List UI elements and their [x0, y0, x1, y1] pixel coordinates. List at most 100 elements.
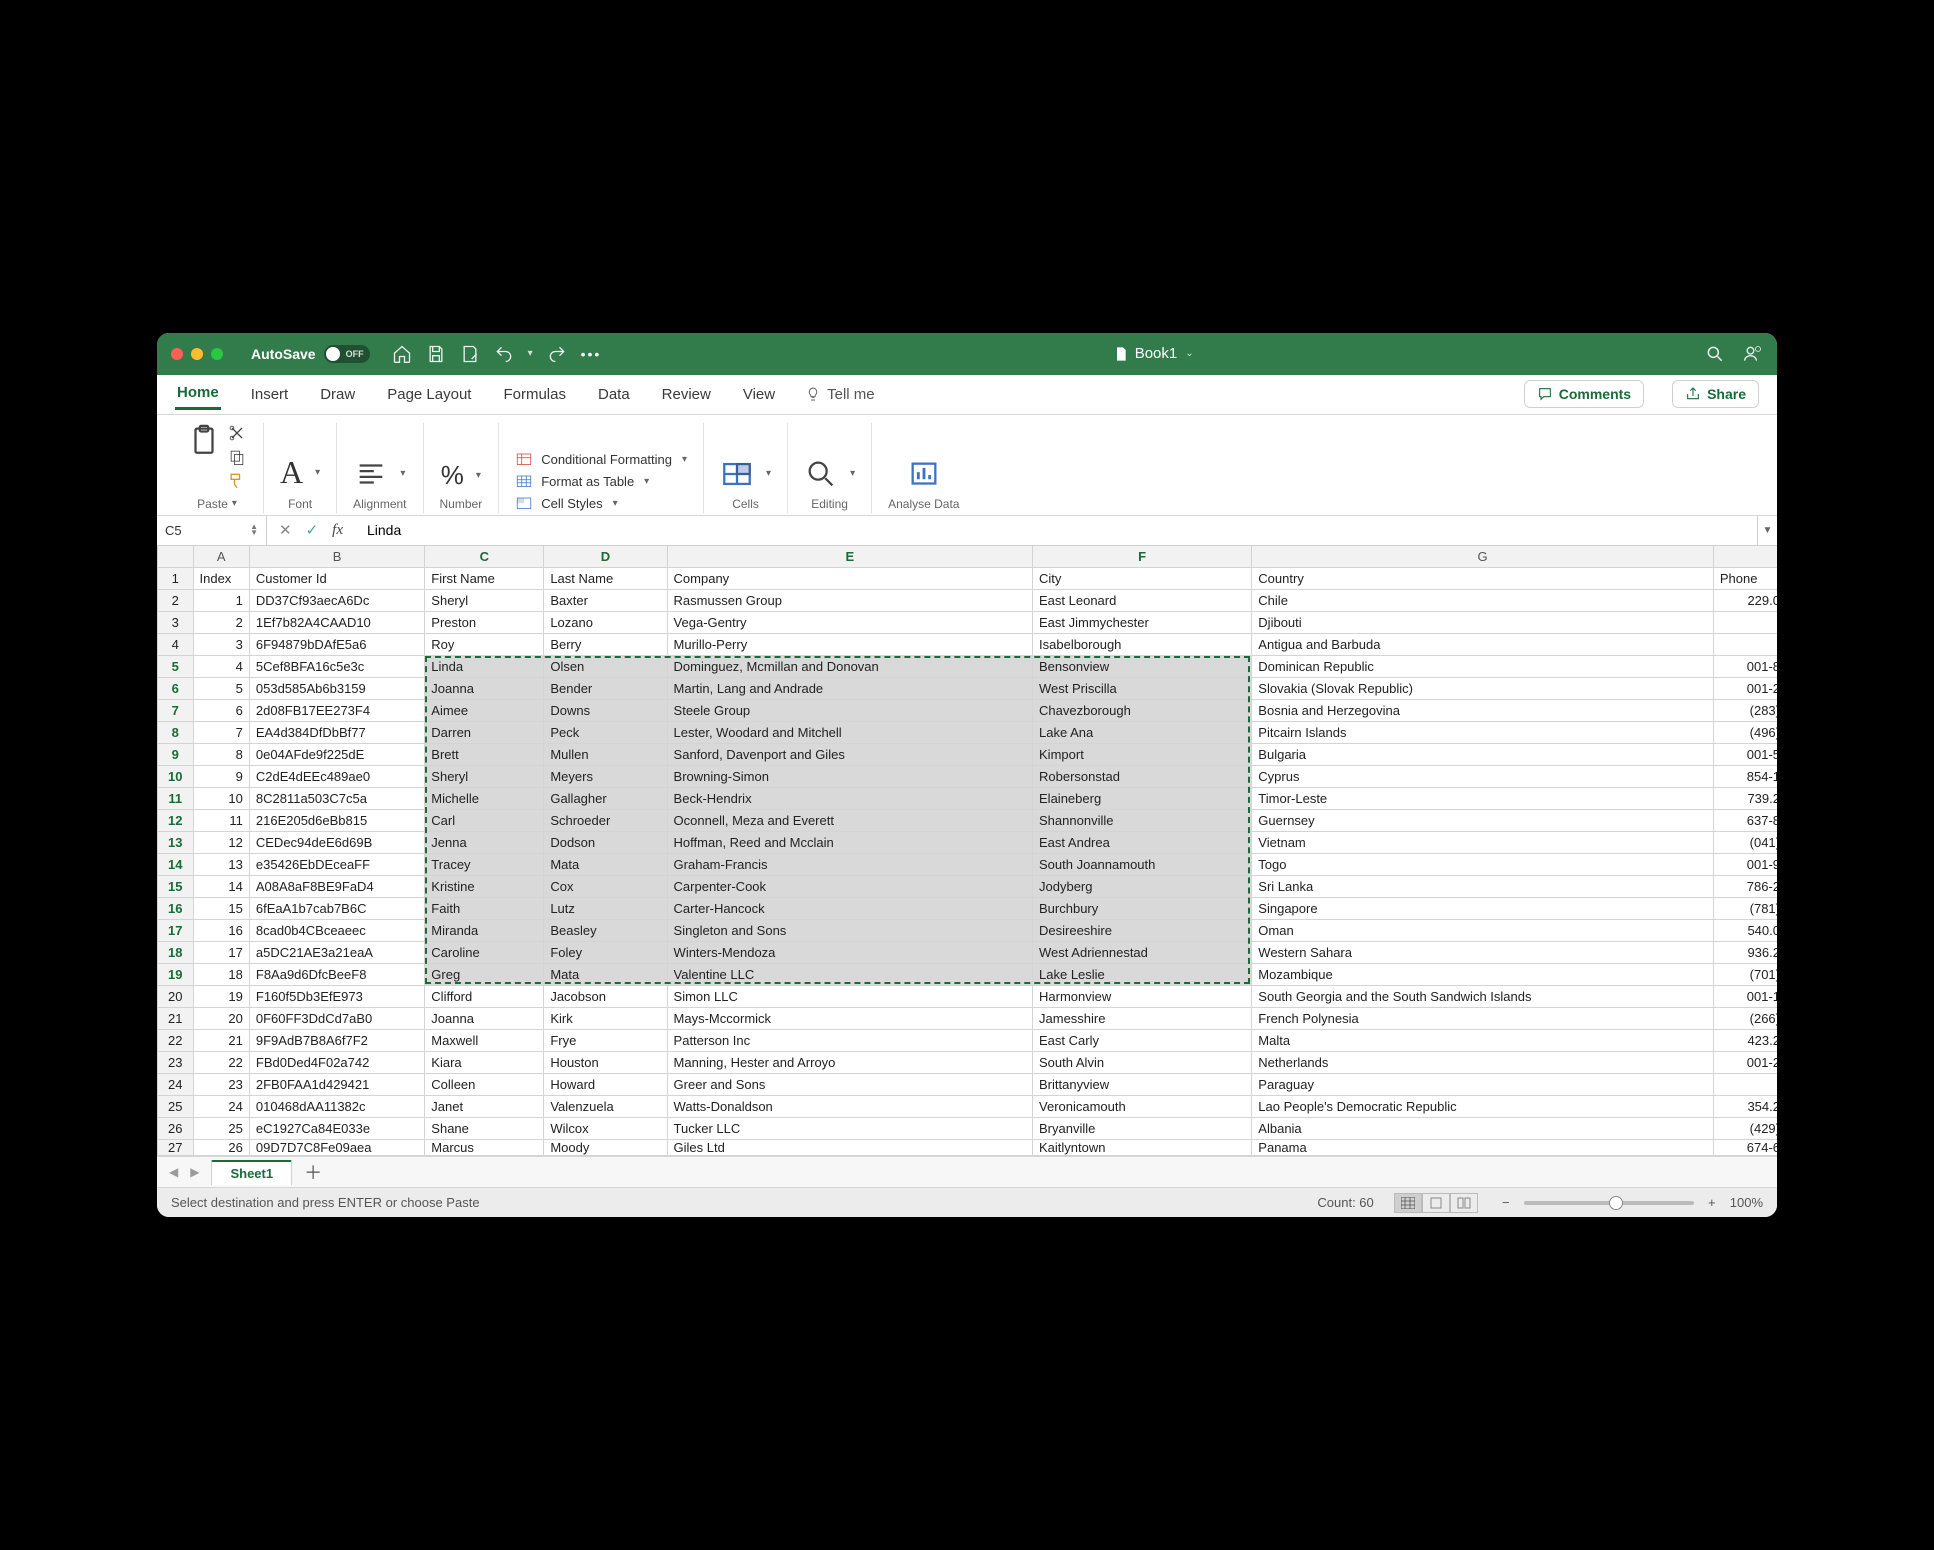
cell[interactable]: South Georgia and the South Sandwich Isl… — [1252, 986, 1714, 1008]
cell[interactable]: 21 — [193, 1030, 249, 1052]
cell[interactable]: Downs — [544, 700, 667, 722]
cells-icon[interactable] — [720, 457, 754, 491]
font-icon[interactable]: A — [280, 454, 303, 491]
cell[interactable]: Carl — [425, 810, 544, 832]
cell[interactable] — [1713, 1074, 1777, 1096]
cell[interactable]: Carter-Hancock — [667, 898, 1032, 920]
cell[interactable]: Singapore — [1252, 898, 1714, 920]
cell[interactable]: 20 — [193, 1008, 249, 1030]
cell[interactable]: (266) — [1713, 1008, 1777, 1030]
cell[interactable]: a5DC21AE3a21eaA — [249, 942, 424, 964]
sheet-tab-1[interactable]: Sheet1 — [211, 1160, 292, 1185]
col-header-h[interactable] — [1713, 546, 1777, 568]
chevron-down-icon[interactable]: ▾ — [476, 470, 481, 481]
cell[interactable]: 001-2 — [1713, 1052, 1777, 1074]
cell[interactable]: 2 — [193, 612, 249, 634]
cell[interactable]: Simon LLC — [667, 986, 1032, 1008]
cell[interactable]: Hoffman, Reed and Mcclain — [667, 832, 1032, 854]
cell[interactable]: C2dE4dEEc489ae0 — [249, 766, 424, 788]
cell[interactable]: 13 — [193, 854, 249, 876]
cell[interactable]: Beasley — [544, 920, 667, 942]
cell[interactable]: Sheryl — [425, 766, 544, 788]
cell[interactable]: 010468dAA11382c — [249, 1096, 424, 1118]
cell[interactable]: (701) — [1713, 964, 1777, 986]
cell[interactable]: Janet — [425, 1096, 544, 1118]
cell[interactable]: 9F9AdB7B8A6f7F2 — [249, 1030, 424, 1052]
tell-me[interactable]: Tell me — [805, 386, 875, 403]
row-header[interactable]: 4 — [158, 634, 194, 656]
cell[interactable]: Malta — [1252, 1030, 1714, 1052]
zoom-out-button[interactable]: − — [1498, 1195, 1514, 1210]
cell[interactable]: Vega-Gentry — [667, 612, 1032, 634]
cell[interactable]: Baxter — [544, 590, 667, 612]
cell[interactable]: Kirk — [544, 1008, 667, 1030]
comments-button[interactable]: Comments — [1524, 380, 1644, 408]
cell[interactable]: Gallagher — [544, 788, 667, 810]
name-box-spinner-icon[interactable]: ▲▼ — [250, 524, 258, 536]
row-header[interactable]: 3 — [158, 612, 194, 634]
cell[interactable]: Chile — [1252, 590, 1714, 612]
cell[interactable]: Kaitlyntown — [1033, 1140, 1252, 1156]
cell[interactable]: F160f5Db3EfE973 — [249, 986, 424, 1008]
cell[interactable]: 936.2 — [1713, 942, 1777, 964]
cell[interactable] — [1713, 634, 1777, 656]
tab-page-layout[interactable]: Page Layout — [385, 380, 473, 409]
cell[interactable]: Index — [193, 568, 249, 590]
cell[interactable]: Tucker LLC — [667, 1118, 1032, 1140]
row-header[interactable]: 17 — [158, 920, 194, 942]
row-header[interactable]: 11 — [158, 788, 194, 810]
cell[interactable]: Maxwell — [425, 1030, 544, 1052]
chevron-down-icon[interactable]: ▾ — [850, 468, 855, 479]
row-header[interactable]: 18 — [158, 942, 194, 964]
cell[interactable]: Rasmussen Group — [667, 590, 1032, 612]
cell[interactable]: Berry — [544, 634, 667, 656]
undo-dropdown-icon[interactable]: ▾ — [528, 348, 533, 359]
cell[interactable]: 1Ef7b82A4CAAD10 — [249, 612, 424, 634]
cell[interactable]: Veronicamouth — [1033, 1096, 1252, 1118]
cell[interactable]: Faith — [425, 898, 544, 920]
cell[interactable]: 739.2 — [1713, 788, 1777, 810]
cell[interactable]: Phone — [1713, 568, 1777, 590]
cell[interactable]: Joanna — [425, 1008, 544, 1030]
cell[interactable]: West Adriennestad — [1033, 942, 1252, 964]
editing-icon[interactable] — [804, 457, 838, 491]
cell[interactable]: Moody — [544, 1140, 667, 1156]
cell[interactable]: Country — [1252, 568, 1714, 590]
cell[interactable]: Jamesshire — [1033, 1008, 1252, 1030]
cell[interactable]: 786-2 — [1713, 876, 1777, 898]
name-box[interactable]: C5 ▲▼ — [157, 516, 267, 545]
cell[interactable]: 2FB0FAA1d429421 — [249, 1074, 424, 1096]
row-header[interactable]: 9 — [158, 744, 194, 766]
cell[interactable]: 216E205d6eBb815 — [249, 810, 424, 832]
cell[interactable]: Cox — [544, 876, 667, 898]
col-header-a[interactable]: A — [193, 546, 249, 568]
cell[interactable]: Bryanville — [1033, 1118, 1252, 1140]
cell[interactable]: 14 — [193, 876, 249, 898]
cell[interactable]: Peck — [544, 722, 667, 744]
row-header[interactable]: 16 — [158, 898, 194, 920]
row-header[interactable]: 7 — [158, 700, 194, 722]
cell[interactable]: 8 — [193, 744, 249, 766]
cell[interactable] — [1713, 612, 1777, 634]
cell[interactable]: Guernsey — [1252, 810, 1714, 832]
cell[interactable]: Mullen — [544, 744, 667, 766]
cell[interactable]: South Alvin — [1033, 1052, 1252, 1074]
cell[interactable]: Tracey — [425, 854, 544, 876]
cell[interactable]: Netherlands — [1252, 1052, 1714, 1074]
cell[interactable]: 001-2 — [1713, 678, 1777, 700]
zoom-slider[interactable] — [1524, 1201, 1694, 1205]
cell[interactable]: EA4d384DfDbBf77 — [249, 722, 424, 744]
cell[interactable]: Greg — [425, 964, 544, 986]
cell[interactable]: e35426EbDEceaFF — [249, 854, 424, 876]
cell[interactable]: 18 — [193, 964, 249, 986]
cell[interactable]: 25 — [193, 1118, 249, 1140]
cell[interactable]: 0F60FF3DdCd7aB0 — [249, 1008, 424, 1030]
row-header[interactable]: 8 — [158, 722, 194, 744]
cell[interactable]: Robersonstad — [1033, 766, 1252, 788]
cell[interactable]: Djibouti — [1252, 612, 1714, 634]
search-icon[interactable] — [1705, 344, 1725, 364]
redo-icon[interactable] — [547, 344, 567, 364]
cell[interactable]: 8cad0b4CBceaeec — [249, 920, 424, 942]
cell[interactable]: Clifford — [425, 986, 544, 1008]
cell[interactable]: Giles Ltd — [667, 1140, 1032, 1156]
